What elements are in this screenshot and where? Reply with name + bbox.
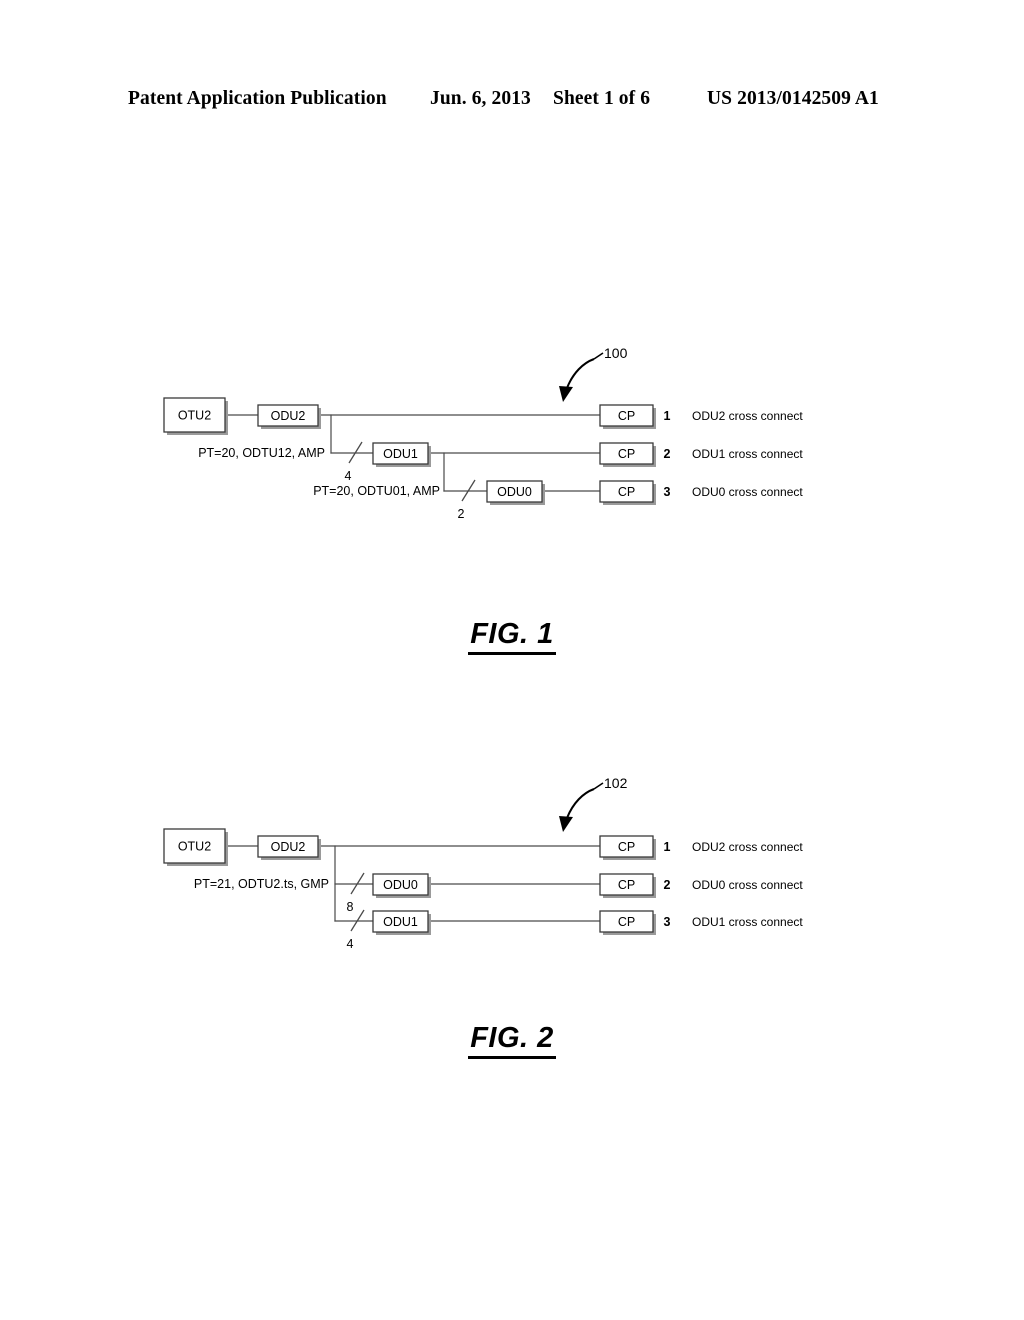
- header-date: Jun. 6, 2013: [430, 88, 531, 109]
- endpoint-row-1[interactable]: CP 1 ODU2 cross connect: [599, 404, 803, 429]
- node-box-label: ODU1: [383, 447, 418, 461]
- slash-count-row3: 2: [458, 507, 465, 521]
- endpoint-row-2[interactable]: CP 2 ODU0 cross connect: [599, 873, 803, 898]
- endpoint-index: 3: [664, 485, 671, 499]
- reference-numeral-text: 100: [604, 345, 628, 361]
- node-box-odu2[interactable]: ODU2: [257, 835, 321, 860]
- source-box-otu2[interactable]: OTU2: [163, 397, 228, 435]
- endpoint-row-2[interactable]: CP 2 ODU1 cross connect: [599, 442, 803, 467]
- slash-count-row3: 4: [347, 937, 354, 951]
- endpoint-box-label: CP: [618, 409, 635, 423]
- figure-1: 100 OTU2 ODU2 ODU1 ODU0 PT=20, ODTU12, A…: [0, 330, 1024, 560]
- source-box-label: OTU2: [178, 408, 211, 422]
- mapping-label-row3: PT=20, ODTU01, AMP: [313, 484, 440, 498]
- reference-numeral-text: 102: [604, 775, 628, 791]
- figure-2: 102 OTU2 ODU2 ODU0 ODU1 PT=21, ODTU2.ts,…: [0, 760, 1024, 990]
- source-box-otu2[interactable]: OTU2: [163, 828, 228, 866]
- source-box-label: OTU2: [178, 839, 211, 853]
- figure-2-caption-text: FIG. 2: [468, 1022, 556, 1059]
- endpoint-row-1[interactable]: CP 1 ODU2 cross connect: [599, 835, 803, 860]
- header-sheet-number: Sheet 1 of 6: [553, 88, 651, 109]
- node-box-label: ODU2: [271, 409, 306, 423]
- slash-count-row2: 8: [347, 900, 354, 914]
- figure-1-caption: FIG. 1: [0, 618, 1024, 655]
- node-box-odu1[interactable]: ODU1: [372, 910, 431, 935]
- endpoint-index: 2: [664, 447, 671, 461]
- slash-count-row2: 4: [345, 469, 352, 483]
- page-header: Patent Application Publication Jun. 6, 2…: [0, 88, 1024, 114]
- figure-2-caption: FIG. 2: [0, 1022, 1024, 1059]
- mapping-label-row2: PT=21, ODTU2.ts, GMP: [194, 877, 329, 891]
- endpoint-index: 2: [664, 878, 671, 892]
- endpoint-box-label: CP: [618, 878, 635, 892]
- endpoint-row-3[interactable]: CP 3 ODU1 cross connect: [599, 910, 803, 935]
- endpoint-box-label: CP: [618, 840, 635, 854]
- node-box-label: ODU2: [271, 840, 306, 854]
- endpoint-row-3[interactable]: CP 3 ODU0 cross connect: [599, 480, 803, 505]
- node-box-label: ODU0: [383, 878, 418, 892]
- endpoint-description: ODU2 cross connect: [692, 409, 803, 423]
- endpoint-index: 3: [664, 915, 671, 929]
- endpoint-box-label: CP: [618, 447, 635, 461]
- endpoint-description: ODU0 cross connect: [692, 878, 803, 892]
- reference-callout-100: 100: [559, 345, 628, 402]
- endpoint-index: 1: [664, 409, 671, 423]
- endpoint-index: 1: [664, 840, 671, 854]
- figure-1-caption-text: FIG. 1: [468, 618, 556, 655]
- node-box-label: ODU1: [383, 915, 418, 929]
- node-box-odu0[interactable]: ODU0: [372, 873, 431, 898]
- node-box-odu1[interactable]: ODU1: [372, 442, 431, 467]
- endpoint-box-label: CP: [618, 485, 635, 499]
- mapping-label-row2: PT=20, ODTU12, AMP: [198, 446, 325, 460]
- node-box-label: ODU0: [497, 485, 532, 499]
- node-box-odu0[interactable]: ODU0: [486, 480, 545, 505]
- node-box-odu2[interactable]: ODU2: [257, 404, 321, 429]
- endpoint-description: ODU0 cross connect: [692, 485, 803, 499]
- endpoint-description: ODU1 cross connect: [692, 447, 803, 461]
- endpoint-description: ODU2 cross connect: [692, 840, 803, 854]
- header-patent-number: US 2013/0142509 A1: [707, 88, 879, 109]
- endpoint-box-label: CP: [618, 915, 635, 929]
- header-publication-title: Patent Application Publication: [128, 88, 387, 109]
- reference-callout-102: 102: [559, 775, 628, 832]
- endpoint-description: ODU1 cross connect: [692, 915, 803, 929]
